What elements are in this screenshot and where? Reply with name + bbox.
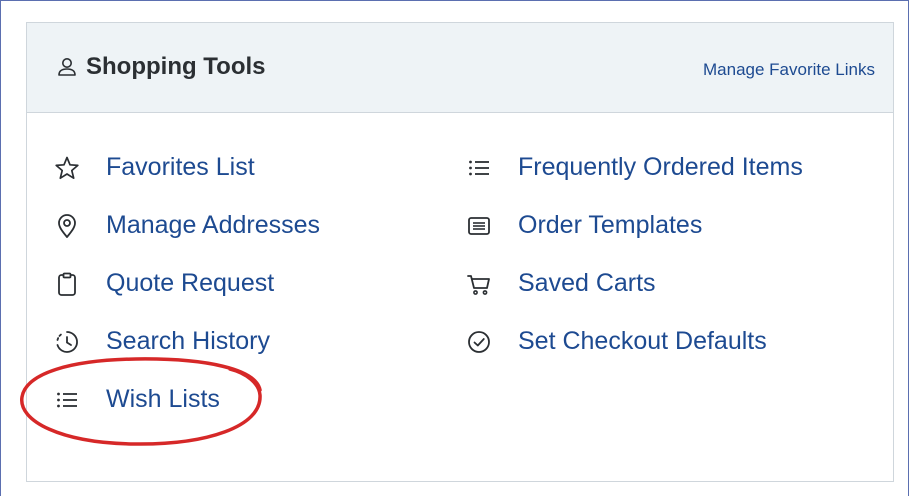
search-history-label: Search History bbox=[106, 327, 270, 355]
manage-addresses-link[interactable]: Manage Addresses bbox=[54, 211, 320, 240]
clipboard-icon bbox=[54, 271, 80, 297]
favorites-list-label: Favorites List bbox=[106, 153, 255, 181]
order-templates-label: Order Templates bbox=[518, 211, 703, 239]
cart-icon bbox=[466, 271, 492, 297]
header-title-group: Shopping Tools bbox=[56, 53, 266, 81]
frequently-ordered-items-label: Frequently Ordered Items bbox=[518, 153, 803, 181]
list-icon bbox=[466, 155, 492, 181]
shopping-tools-card: Shopping Tools Manage Favorite Links Fav… bbox=[26, 22, 894, 482]
list-icon bbox=[54, 387, 80, 413]
quote-request-label: Quote Request bbox=[106, 269, 275, 297]
card-header: Shopping Tools Manage Favorite Links bbox=[27, 23, 893, 113]
wish-lists-label: Wish Lists bbox=[106, 385, 220, 413]
wish-lists-link[interactable]: Wish Lists bbox=[54, 385, 220, 414]
manage-favorite-links-link[interactable]: Manage Favorite Links bbox=[703, 60, 875, 80]
set-checkout-defaults-link[interactable]: Set Checkout Defaults bbox=[466, 327, 767, 356]
frame-left-line bbox=[0, 0, 1, 496]
page-title: Shopping Tools bbox=[86, 53, 266, 80]
user-icon bbox=[56, 56, 78, 78]
check-circle-icon bbox=[466, 329, 492, 355]
history-clock-icon bbox=[54, 329, 80, 355]
search-history-link[interactable]: Search History bbox=[54, 327, 270, 356]
quote-request-link[interactable]: Quote Request bbox=[54, 269, 274, 298]
set-checkout-defaults-label: Set Checkout Defaults bbox=[518, 327, 767, 355]
frame-top-line bbox=[0, 0, 909, 1]
page: Shopping Tools Manage Favorite Links Fav… bbox=[0, 0, 909, 496]
manage-addresses-label: Manage Addresses bbox=[106, 211, 321, 239]
order-templates-link[interactable]: Order Templates bbox=[466, 211, 702, 240]
star-icon bbox=[54, 155, 80, 181]
template-icon bbox=[466, 213, 492, 239]
favorites-list-link[interactable]: Favorites List bbox=[54, 153, 255, 182]
frequently-ordered-items-link[interactable]: Frequently Ordered Items bbox=[466, 153, 803, 182]
location-pin-icon bbox=[54, 213, 80, 239]
saved-carts-label: Saved Carts bbox=[518, 269, 656, 297]
saved-carts-link[interactable]: Saved Carts bbox=[466, 269, 656, 298]
